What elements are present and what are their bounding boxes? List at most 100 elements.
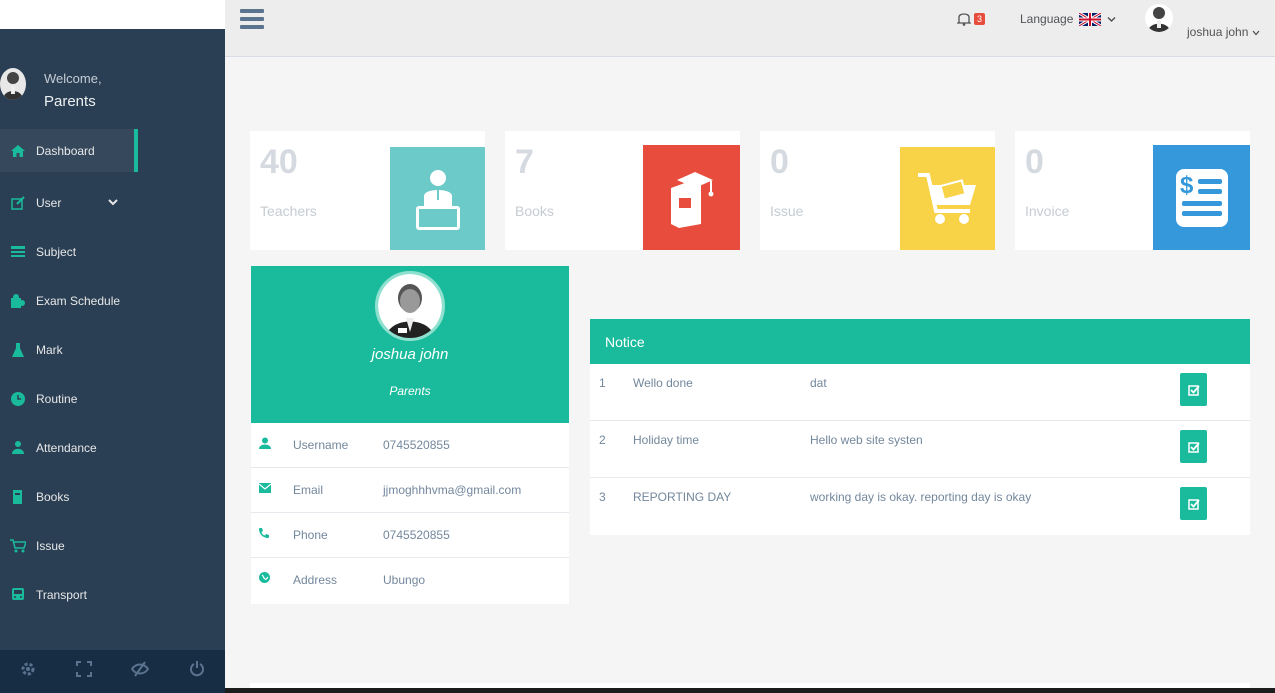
uk-flag-icon [1078, 11, 1103, 27]
sidebar-item-attendance[interactable]: Attendance [0, 423, 225, 472]
stat-card-teachers[interactable]: 40 Teachers [250, 131, 485, 250]
stat-value: 0 [770, 143, 789, 181]
sidebar-item-subject[interactable]: Subject [0, 227, 225, 276]
book-icon [10, 489, 26, 505]
notice-text: Hello web site systen [810, 433, 923, 447]
profile-value: 0745520855 [383, 438, 450, 452]
fullscreen-icon[interactable] [75, 661, 92, 682]
settings-gear-icon[interactable] [20, 661, 36, 682]
sidebar-item-label: Books [36, 489, 70, 504]
stat-card-invoice[interactable]: 0 Invoice $ [1015, 131, 1250, 250]
profile-row-phone: Phone 0745520855 [251, 513, 569, 558]
sidebar-item-label: Attendance [36, 440, 97, 455]
notice-panel: Notice 1 Wello done dat 2 Holiday time H… [590, 319, 1250, 535]
puzzle-icon [10, 293, 26, 309]
sidebar-item-label: Transport [36, 587, 87, 602]
stat-card-issue[interactable]: 0 Issue [760, 131, 995, 250]
profile-row-address: Address Ubungo [251, 558, 569, 603]
flask-icon [10, 342, 26, 358]
stat-value: 40 [260, 143, 298, 181]
envelope-icon [258, 482, 273, 496]
svg-text:$: $ [1180, 172, 1194, 199]
table-row: 1 Wello done dat [590, 364, 1250, 421]
power-icon[interactable] [189, 661, 205, 682]
home-icon [10, 143, 26, 159]
sidebar-item-issue[interactable]: Issue [0, 521, 225, 570]
notice-number: 3 [599, 490, 606, 504]
stat-value: 0 [1025, 143, 1044, 181]
edit-icon [10, 195, 26, 211]
sidebar-item-label: Exam Schedule [36, 293, 121, 308]
chevron-down-icon [1107, 12, 1116, 26]
view-button[interactable] [1180, 373, 1207, 406]
table-row: 3 REPORTING DAY working day is okay. rep… [590, 478, 1250, 535]
sidebar-item-books[interactable]: Books [0, 472, 225, 521]
table-row: 2 Holiday time Hello web site systen [590, 421, 1250, 478]
sidebar-item-mark[interactable]: Mark [0, 325, 225, 374]
sidebar-menu: Dashboard User Subject Exam Schedule Mar… [0, 129, 225, 619]
stat-label: Invoice [1025, 203, 1070, 219]
eye-slash-icon[interactable] [131, 661, 150, 682]
sidebar-footer [0, 650, 225, 693]
phone-icon [259, 527, 273, 541]
notice-title-cell: REPORTING DAY [633, 490, 732, 504]
avatar [1145, 4, 1173, 32]
globe-icon [259, 572, 273, 586]
notice-title-cell: Holiday time [633, 433, 700, 447]
notice-text: working day is okay. reporting day is ok… [810, 490, 1032, 504]
profile-name: joshua john [371, 346, 449, 363]
profile-value: jjmoghhhvma@gmail.com [383, 483, 522, 497]
notice-title: Notice [590, 319, 1250, 364]
stat-card-books[interactable]: 7 Books [505, 131, 740, 250]
sidebar-item-dashboard[interactable]: Dashboard [0, 129, 138, 172]
notice-number: 1 [599, 376, 606, 390]
profile-key: Phone [293, 528, 328, 542]
profile-key: Address [293, 573, 338, 587]
sidebar-item-label: Mark [36, 342, 63, 357]
profile-key: Email [293, 483, 324, 497]
profile-value: Ubungo [383, 573, 426, 587]
stat-label: Books [515, 203, 554, 219]
cart-icon [10, 538, 26, 554]
profile-key: Username [293, 438, 349, 452]
user-icon [259, 437, 273, 451]
profile-role: Parents [389, 384, 431, 398]
brand-area [0, 0, 225, 29]
invoice-icon: $ [1153, 145, 1250, 250]
sidebar-item-routine[interactable]: Routine [0, 374, 225, 423]
sidebar: Welcome, Parents Dashboard User Subject … [0, 0, 225, 693]
welcome-panel: Welcome, Parents [0, 60, 225, 120]
sidebar-item-label: Dashboard [36, 143, 95, 158]
clock-icon [10, 391, 26, 407]
bus-icon [10, 587, 26, 603]
view-button[interactable] [1180, 430, 1207, 463]
language-selector[interactable]: Language [1020, 11, 1116, 27]
notice-text: dat [810, 376, 827, 390]
stat-value: 7 [515, 143, 534, 181]
view-button[interactable] [1180, 487, 1207, 520]
bottom-strip [225, 688, 1275, 693]
avatar [375, 271, 445, 341]
profile-row-email: Email jjmoghhhvma@gmail.com [251, 468, 569, 513]
welcome-role: Parents [44, 93, 96, 110]
bell-icon[interactable] [956, 10, 972, 31]
sidebar-item-user[interactable]: User [0, 178, 225, 227]
sidebar-item-exam-schedule[interactable]: Exam Schedule [0, 276, 225, 325]
profile-row-username: Username 0745520855 [251, 423, 569, 468]
language-label: Language [1020, 12, 1074, 26]
sidebar-item-label: Subject [36, 244, 77, 259]
graduation-book-icon [643, 145, 740, 250]
notice-number: 2 [599, 433, 606, 447]
stat-label: Teachers [260, 203, 317, 219]
sidebar-item-transport[interactable]: Transport [0, 570, 225, 619]
chevron-down-icon [108, 195, 118, 209]
sidebar-item-label: Issue [36, 538, 65, 553]
notification-badge: 3 [974, 13, 986, 25]
notice-title-cell: Wello done [633, 376, 693, 390]
avatar [0, 68, 26, 100]
menu-toggle-icon[interactable] [240, 9, 264, 29]
top-nav: 3 Language joshua john [225, 0, 1275, 57]
profile-card: joshua john Parents Username 0745520855 … [251, 266, 569, 604]
profile-value: 0745520855 [383, 528, 450, 542]
profile-header: joshua john Parents [251, 266, 569, 423]
